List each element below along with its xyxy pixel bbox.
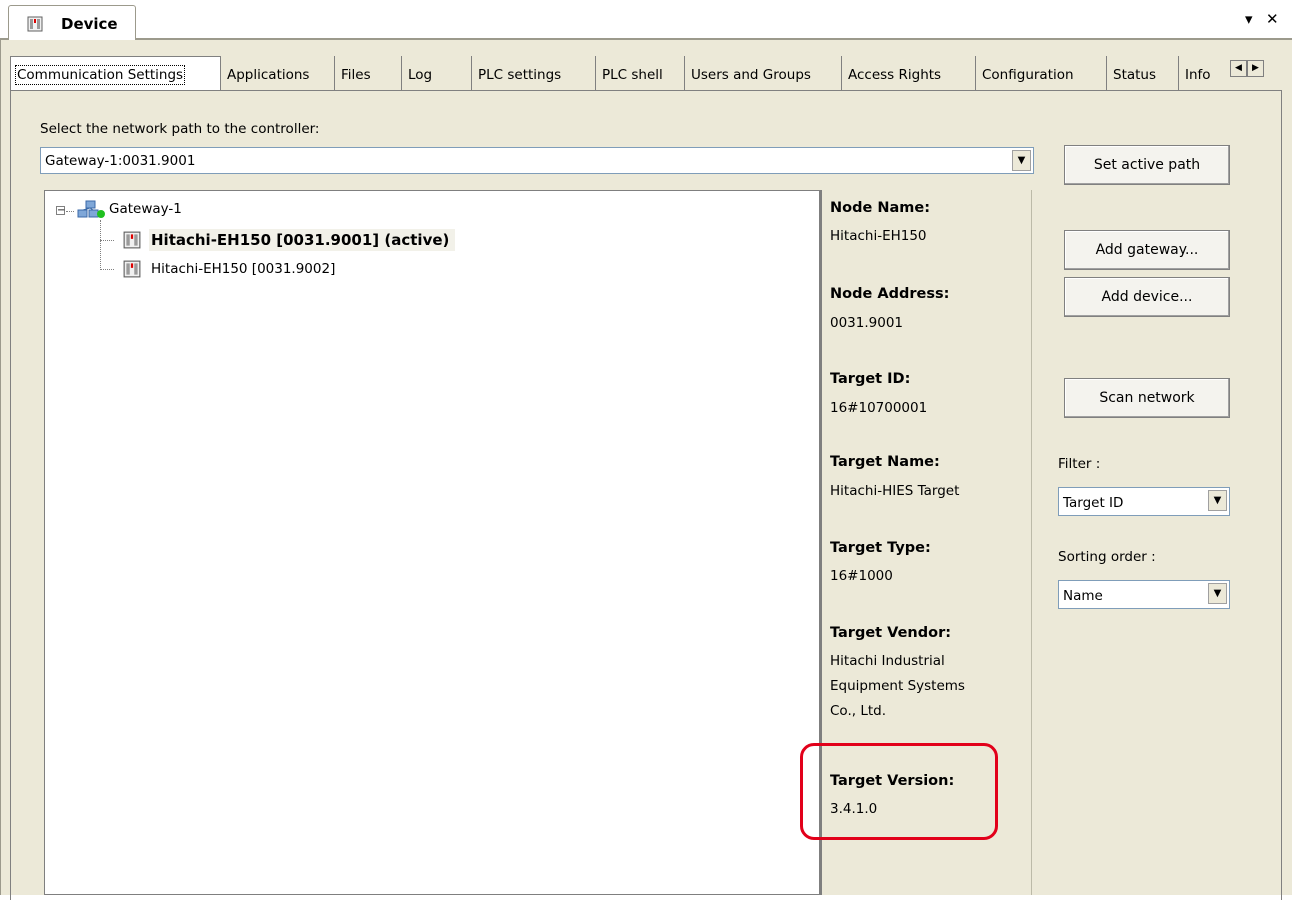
document-tab-bar: Device ▾ ✕ [0, 0, 1292, 40]
target-name-label: Target Name: [830, 454, 940, 470]
chevron-down-icon[interactable]: ▼ [1012, 150, 1031, 171]
network-path-label: Select the network path to the controlle… [40, 121, 320, 137]
tab-status[interactable]: Status [1107, 56, 1179, 90]
tab-scroll-right-icon[interactable]: ▶ [1247, 60, 1264, 77]
device-icon [123, 260, 141, 282]
network-path-dropdown[interactable]: Gateway-1:0031.9001 ▼ [40, 147, 1034, 174]
filter-dropdown[interactable]: Target ID ▼ [1058, 487, 1230, 516]
tree-connector [100, 240, 114, 241]
sorting-order-value: Name [1063, 588, 1103, 604]
tab-configuration[interactable]: Configuration [976, 56, 1107, 90]
tab-applications[interactable]: Applications [221, 56, 335, 90]
target-vendor-value: Hitachi Industrial Equipment Systems Co.… [830, 653, 965, 719]
collapse-icon[interactable]: − [56, 206, 65, 216]
tree-connector [66, 211, 74, 212]
chevron-down-icon[interactable]: ▼ [1208, 583, 1227, 604]
tree-item-device[interactable]: Hitachi-EH150 [0031.9002] [151, 261, 335, 277]
filter-value: Target ID [1063, 495, 1124, 511]
target-id-label: Target ID: [830, 371, 911, 387]
set-active-path-button[interactable]: Set active path [1064, 145, 1230, 185]
target-vendor-label: Target Vendor: [830, 625, 952, 641]
node-name-label: Node Name: [830, 200, 931, 216]
node-name-value: Hitachi-EH150 [830, 228, 927, 244]
target-version-highlight [800, 743, 998, 840]
network-tree[interactable]: − Gateway-1 Hitachi-EH150 [0031.9001] (a… [44, 190, 819, 895]
filter-label: Filter : [1058, 456, 1101, 472]
sorting-order-label: Sorting order : [1058, 549, 1156, 565]
target-id-value: 16#10700001 [830, 400, 928, 416]
tab-log[interactable]: Log [402, 56, 472, 90]
target-type-value: 16#1000 [830, 568, 893, 584]
tree-connector [100, 220, 101, 270]
tab-plc-settings[interactable]: PLC settings [472, 56, 596, 90]
device-icon [27, 16, 43, 36]
add-device-button[interactable]: Add device... [1064, 277, 1230, 317]
tab-plc-shell[interactable]: PLC shell [596, 56, 685, 90]
add-gateway-button[interactable]: Add gateway... [1064, 230, 1230, 270]
tree-item-device-active[interactable]: Hitachi-EH150 [0031.9001] (active) [149, 229, 456, 251]
tab-files[interactable]: Files [335, 56, 402, 90]
tree-connector [100, 269, 114, 270]
close-x-icon[interactable]: ✕ [1266, 10, 1279, 28]
device-document-tab[interactable]: Device [8, 5, 136, 40]
target-name-value: Hitachi-HIES Target [830, 483, 960, 499]
target-type-label: Target Type: [830, 540, 931, 556]
tab-communication-settings[interactable]: Communication Settings [10, 56, 221, 90]
node-address-value: 0031.9001 [830, 315, 904, 331]
triangle-down-icon[interactable]: ▾ [1245, 10, 1253, 28]
tab-scroll-left-icon[interactable]: ◀ [1230, 60, 1247, 77]
network-path-value: Gateway-1:0031.9001 [45, 153, 196, 169]
scan-network-button[interactable]: Scan network [1064, 378, 1230, 418]
tab-info[interactable]: Info [1179, 56, 1221, 90]
sorting-order-dropdown[interactable]: Name ▼ [1058, 580, 1230, 609]
tree-item-gateway[interactable]: Gateway-1 [109, 201, 182, 217]
document-tab-title: Device [61, 15, 118, 33]
device-icon [123, 231, 141, 253]
tab-users-and-groups[interactable]: Users and Groups [685, 56, 842, 90]
editor-tabs: Communication Settings Applications File… [10, 56, 1250, 90]
tab-access-rights[interactable]: Access Rights [842, 56, 976, 90]
node-address-label: Node Address: [830, 286, 950, 302]
chevron-down-icon[interactable]: ▼ [1208, 490, 1227, 511]
